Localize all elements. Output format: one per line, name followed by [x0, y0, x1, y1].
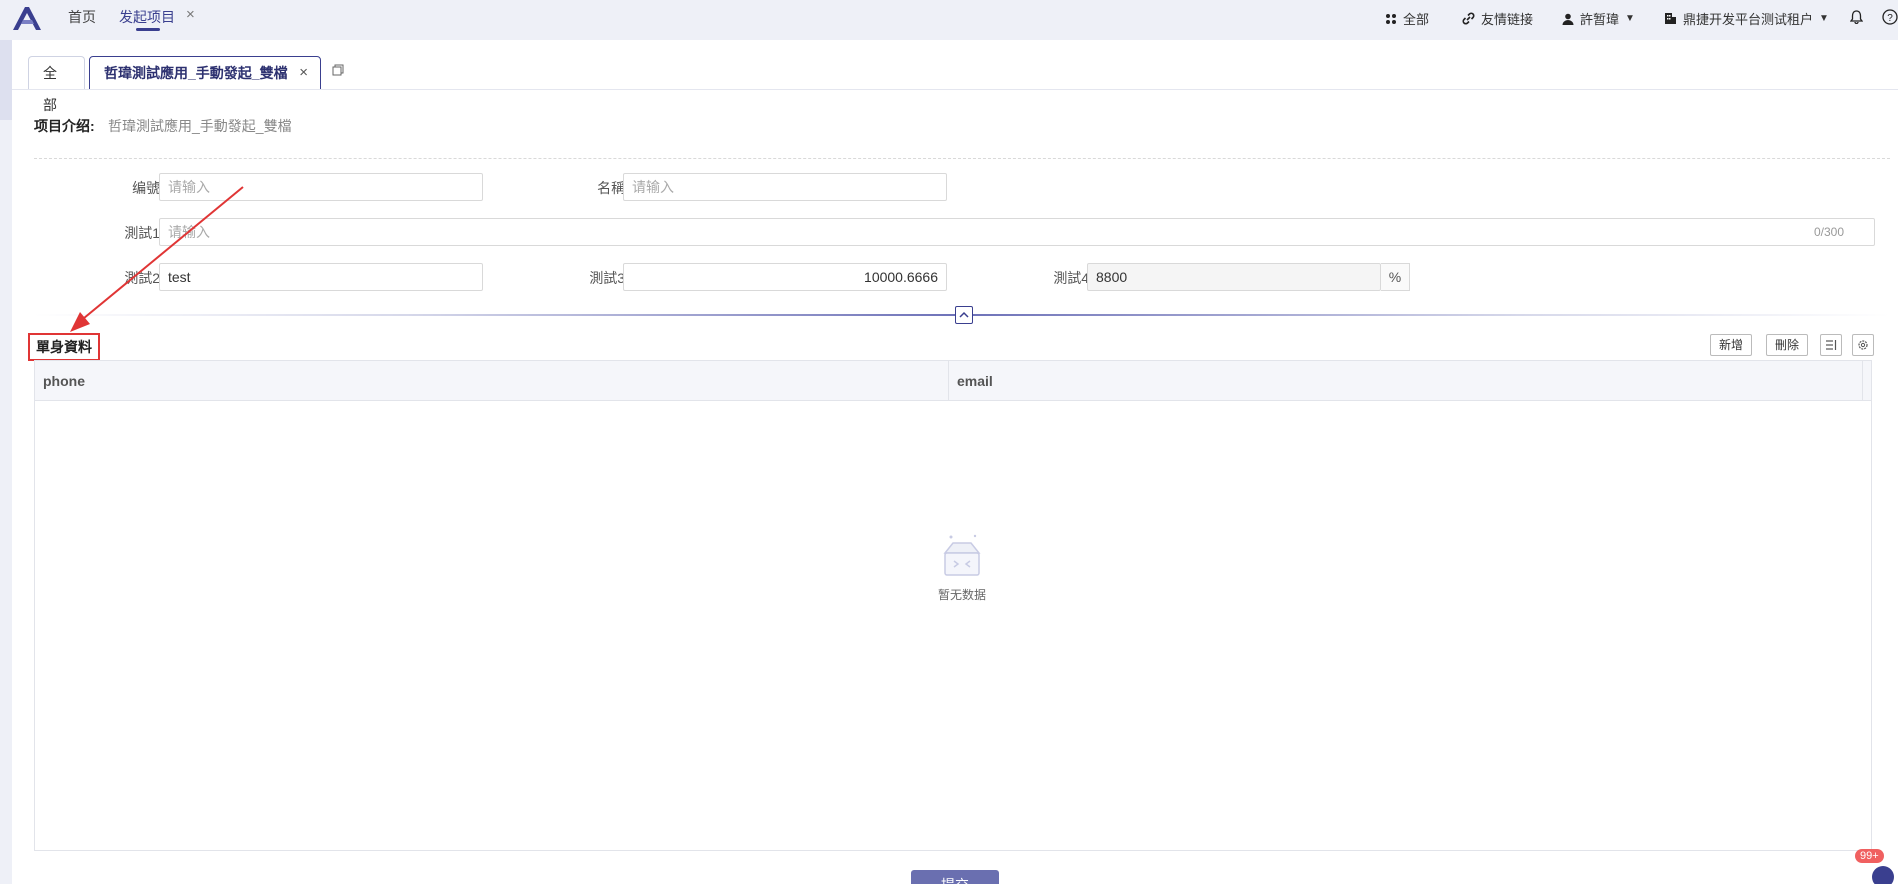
test2-input[interactable]	[159, 263, 483, 291]
gear-icon	[1858, 340, 1868, 350]
test3-input[interactable]	[623, 263, 947, 291]
notification-badge: 99+	[1855, 849, 1884, 863]
links-menu[interactable]: 友情链接	[1462, 9, 1533, 28]
tab-all[interactable]: 全部	[28, 56, 85, 113]
nav-home[interactable]: 首页	[68, 7, 96, 27]
test4-input[interactable]	[1087, 263, 1381, 291]
table-settings-button[interactable]	[1852, 334, 1874, 356]
tenant-menu[interactable]: 鼎捷开发平台测试租户 ▼	[1664, 9, 1829, 28]
name-label: 名稱:	[597, 180, 629, 196]
close-icon[interactable]: ×	[299, 57, 308, 89]
tab-project[interactable]: 哲瑋測試應用_手動發起_雙檔 ×	[89, 56, 321, 90]
test4-label: 測試4:	[1053, 270, 1093, 286]
nav-active-tab[interactable]: 发起项目	[119, 7, 175, 27]
app-logo-icon[interactable]	[10, 4, 44, 32]
tab-project-label: 哲瑋測試應用_手動發起_雙檔	[104, 65, 288, 81]
intro-value: 哲瑋測試應用_手動發起_雙檔	[108, 118, 292, 134]
links-label: 友情链接	[1481, 12, 1534, 27]
test1-input[interactable]	[159, 218, 1875, 246]
add-row-button[interactable]: 新增	[1710, 334, 1753, 356]
all-apps-label: 全部	[1403, 12, 1430, 27]
percent-suffix: %	[1381, 263, 1410, 291]
table-header: phone email	[35, 361, 1871, 401]
tenant-name: 鼎捷开发平台测试租户	[1683, 12, 1814, 27]
submit-button[interactable]: 提交	[911, 870, 999, 884]
detail-table: phone email 暂无数据	[34, 360, 1872, 851]
column-header-email[interactable]: email	[949, 361, 1863, 401]
test1-label: 測試1:	[124, 225, 164, 241]
column-header-phone[interactable]: phone	[35, 361, 949, 401]
delete-row-button[interactable]: 刪除	[1766, 334, 1809, 356]
empty-state-text: 暂无数据	[937, 588, 986, 602]
code-input[interactable]	[159, 173, 483, 201]
sidebar-edge	[0, 40, 12, 120]
chevron-down-icon: ▼	[1625, 13, 1635, 24]
top-bar: 首页 发起项目 × 全部 友情链接 許暂瑋 ▼ 鼎捷开发平台测试租户 ▼ ?	[0, 0, 1898, 40]
main-card: 全部 哲瑋測試應用_手動發起_雙檔 × 项目介绍: 哲瑋測試應用_手動發起_雙檔…	[12, 40, 1898, 884]
test2-label: 測試2:	[124, 270, 164, 286]
user-name: 許暂瑋	[1580, 12, 1620, 27]
nav-close-icon[interactable]: ×	[186, 6, 195, 23]
collapse-button[interactable]	[955, 306, 973, 324]
column-list-icon	[1826, 340, 1837, 350]
test1-char-counter: 0/300	[1814, 225, 1845, 239]
link-icon	[1462, 12, 1475, 25]
svg-text:?: ?	[1887, 13, 1893, 24]
name-input[interactable]	[623, 173, 947, 201]
help-icon[interactable]: ?	[1882, 9, 1898, 25]
user-menu[interactable]: 許暂瑋 ▼	[1562, 9, 1635, 28]
grid-icon	[1386, 13, 1396, 24]
test3-label: 測試3:	[589, 270, 629, 286]
chat-icon[interactable]	[1872, 866, 1894, 884]
intro-label: 项目介绍:	[34, 118, 95, 134]
tab-divider	[12, 89, 1898, 90]
code-label: 编號:	[132, 180, 164, 196]
copy-icon[interactable]	[332, 64, 344, 76]
column-settings-button[interactable]	[1820, 334, 1842, 356]
user-icon	[1562, 13, 1574, 25]
empty-box-icon	[943, 534, 981, 576]
detail-section-title: 單身資料	[28, 333, 100, 361]
bell-icon[interactable]	[1850, 10, 1863, 24]
building-icon	[1665, 13, 1676, 24]
all-apps-menu[interactable]: 全部	[1385, 9, 1429, 28]
chevron-up-icon	[959, 311, 969, 318]
chevron-down-icon: ▼	[1819, 13, 1829, 24]
nav-active-underline	[136, 28, 160, 31]
dashed-divider	[34, 158, 1890, 159]
